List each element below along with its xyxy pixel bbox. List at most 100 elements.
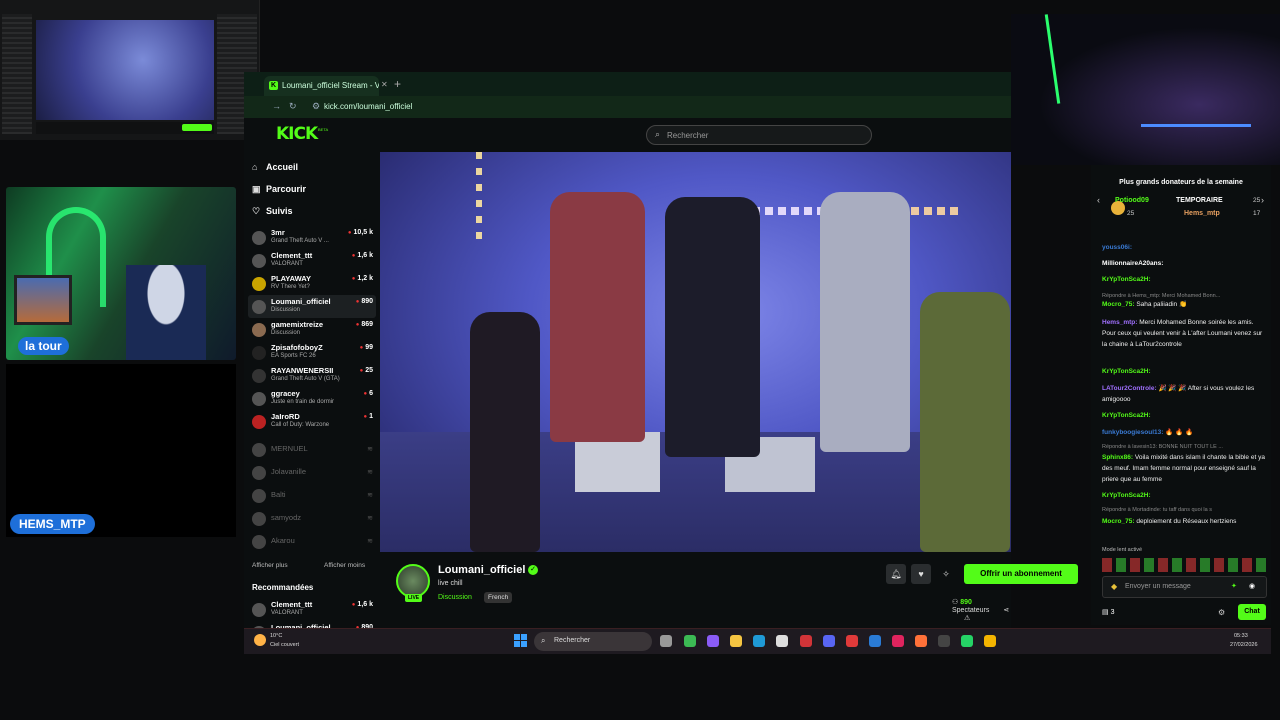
- chrome-icon[interactable]: [984, 635, 996, 647]
- sidebar-channel[interactable]: ZpisafofoboyZEA Sports FC 26 99: [248, 341, 376, 364]
- app-icon[interactable]: [823, 635, 835, 647]
- reply-text[interactable]: Répondre à Hems_mtp: Merci Mohamed Bonn.…: [1102, 291, 1265, 302]
- sidebar-channel[interactable]: PLAYAWAYRV There Yet? 1,2 k: [248, 272, 376, 295]
- chat-username[interactable]: youss06i:: [1102, 244, 1132, 251]
- sidebar-channel-offline[interactable]: samyodz ≋: [248, 507, 376, 530]
- app-icon[interactable]: [892, 635, 904, 647]
- chat-username[interactable]: funkyboogiesoul13:: [1102, 429, 1163, 436]
- site-info-icon[interactable]: ⚙: [312, 101, 320, 112]
- browser-window: K Loumani_officiel Stream - V ✕ + → ↻ ⚙ …: [244, 72, 1078, 654]
- viewer-count: ⚇ 890 Spectateurs ⋖ ⚠: [952, 598, 1011, 622]
- chat-send-button[interactable]: Chat: [1238, 604, 1266, 620]
- tab-close-icon[interactable]: ✕: [381, 80, 388, 89]
- chat-username[interactable]: KrYpTonSca2H:: [1102, 492, 1151, 499]
- chat-input[interactable]: ◆ Envoyer un message ✦ ◉: [1102, 576, 1267, 598]
- url-field[interactable]: kick.com/loumani_officiel: [324, 102, 412, 111]
- users-icon: ▤: [1102, 609, 1111, 616]
- store-icon[interactable]: [776, 635, 788, 647]
- sidebar-channel[interactable]: RAYANWENERSIIGrand Theft Auto V (GTA) 25: [248, 364, 376, 387]
- avatar: [252, 277, 266, 291]
- firefox-icon[interactable]: [915, 635, 927, 647]
- search-input[interactable]: ⌕ Rechercher: [646, 125, 872, 145]
- language-tag[interactable]: French: [484, 592, 513, 603]
- avatar: [252, 346, 266, 360]
- forward-icon[interactable]: →: [272, 101, 281, 111]
- taskbar-search[interactable]: ⌕ Rechercher: [534, 632, 652, 651]
- gift-icon[interactable]: ✧: [936, 564, 956, 584]
- nav-home[interactable]: ⌂ Accueil: [252, 162, 298, 172]
- send-icon[interactable]: ◉: [1249, 582, 1255, 590]
- offline-icon: ≋: [367, 515, 373, 522]
- gear-icon[interactable]: ⚙: [1218, 608, 1225, 617]
- chat-username[interactable]: Sphinx86:: [1102, 454, 1133, 461]
- share-icon[interactable]: ⋖: [1003, 607, 1009, 614]
- reply-text[interactable]: Répondre à Mortadinde: tu taff dans quoi…: [1102, 505, 1265, 516]
- windows-start-icon[interactable]: [514, 634, 528, 648]
- nav-following-label: Suivis: [266, 206, 293, 216]
- sidebar-channel[interactable]: Clement_tttVALORANT 1,6 k: [248, 249, 376, 272]
- kick-logo[interactable]: KICK: [276, 124, 318, 144]
- app-icon[interactable]: [800, 635, 812, 647]
- video-player[interactable]: [380, 152, 1011, 552]
- emote-picker-icon[interactable]: ◆: [1111, 582, 1117, 591]
- chat-username[interactable]: Mocro_75:: [1102, 301, 1135, 308]
- channel-name: samyodz: [271, 513, 302, 522]
- app-icon[interactable]: [869, 635, 881, 647]
- chat-username[interactable]: Mocro_75:: [1102, 518, 1135, 525]
- viewer-number: 890: [960, 599, 972, 606]
- show-more-link[interactable]: Afficher plus: [252, 562, 288, 569]
- chevron-left-icon[interactable]: ‹: [1097, 195, 1100, 205]
- sidebar-channel[interactable]: 3mrGrand Theft Auto V ... 10,5 k: [248, 226, 376, 249]
- streamer-avatar[interactable]: [396, 564, 430, 598]
- reload-icon[interactable]: ↻: [289, 101, 297, 112]
- edge-icon[interactable]: [753, 635, 765, 647]
- channel-category: Call of Duty: Warzone: [271, 422, 330, 428]
- tab-kick[interactable]: K Loumani_officiel Stream - V: [264, 76, 379, 96]
- chevron-right-icon[interactable]: ›: [1261, 195, 1264, 205]
- donor-name[interactable]: Hems_mtp: [1184, 210, 1220, 217]
- chat-username[interactable]: KrYpTonSca2H:: [1102, 368, 1151, 375]
- user-icon: ⚇: [952, 599, 961, 606]
- app-icon[interactable]: [684, 635, 696, 647]
- sidebar-channel[interactable]: gamemixtreizeDiscussion 869: [248, 318, 376, 341]
- sidebar-channel-offline[interactable]: MERNUEL ≋: [248, 438, 376, 461]
- sidebar-channel-offline[interactable]: Jolavanille ≋: [248, 461, 376, 484]
- chat-username[interactable]: LATour2Controle:: [1102, 385, 1157, 392]
- sidebar-channel-offline[interactable]: Akarou ≋: [248, 530, 376, 553]
- subscribe-button[interactable]: Offrir un abonnement: [964, 564, 1078, 584]
- chat-username[interactable]: KrYpTonSca2H:: [1102, 412, 1151, 419]
- donor-name[interactable]: TEMPORAIRE: [1176, 197, 1223, 204]
- channel-name: Clement_ttt: [271, 600, 313, 609]
- report-icon[interactable]: ⚠: [964, 615, 970, 622]
- show-less-link[interactable]: Afficher moins: [324, 562, 365, 569]
- category-link[interactable]: Discussion: [438, 594, 472, 601]
- clock-time[interactable]: 05:33: [1234, 633, 1248, 639]
- chat-username[interactable]: KrYpTonSca2H:: [1102, 276, 1151, 283]
- weather-icon[interactable]: [254, 634, 266, 646]
- app-icon[interactable]: [707, 635, 719, 647]
- app-icon[interactable]: [938, 635, 950, 647]
- file-explorer-icon[interactable]: [730, 635, 742, 647]
- nav-browse[interactable]: ▣ Parcourir: [252, 184, 306, 195]
- chat-username[interactable]: Hems_mtp:: [1102, 319, 1137, 326]
- bell-icon[interactable]: 🔔︎: [886, 564, 906, 584]
- streamer-name[interactable]: Loumani_officiel: [438, 564, 525, 576]
- sidebar-channel-active[interactable]: Loumani_officielDiscussion 890: [248, 295, 376, 318]
- sidebar-channel[interactable]: ggraceyJuste en train de dormir 6: [248, 387, 376, 410]
- task-view-icon[interactable]: [660, 635, 672, 647]
- clock-date[interactable]: 27/02/2026: [1230, 642, 1258, 648]
- whatsapp-icon[interactable]: [961, 635, 973, 647]
- donor-name[interactable]: Potiood09: [1115, 197, 1149, 204]
- heart-icon[interactable]: ♥: [911, 564, 931, 584]
- search-placeholder: Rechercher: [667, 131, 709, 140]
- top-donors-title: Plus grands donateurs de la semaine: [1119, 179, 1243, 186]
- chat-username[interactable]: MillionnaireA20ans:: [1102, 260, 1163, 267]
- emote-bar[interactable]: [1102, 558, 1267, 572]
- app-icon[interactable]: [846, 635, 858, 647]
- nav-following[interactable]: ♡ Suivis: [252, 206, 293, 217]
- sidebar-channel[interactable]: JaIroRDCall of Duty: Warzone 1: [248, 410, 376, 433]
- emoji-icon[interactable]: ✦: [1231, 582, 1237, 590]
- new-tab-button[interactable]: +: [394, 77, 401, 91]
- recommended-channel[interactable]: Clement_tttVALORANT 1,6 k: [248, 598, 376, 621]
- sidebar-channel-offline[interactable]: Balti ≋: [248, 484, 376, 507]
